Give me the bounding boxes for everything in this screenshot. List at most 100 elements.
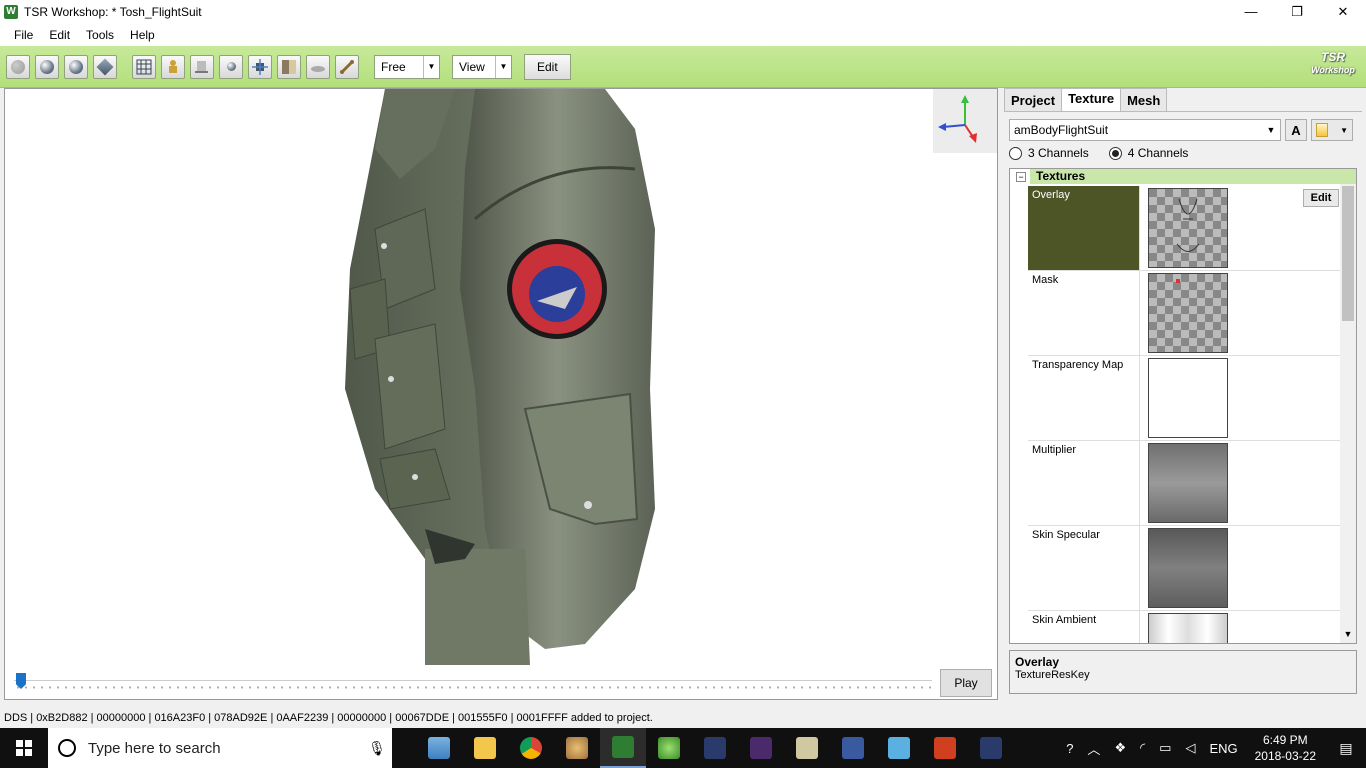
language-indicator[interactable]: ENG (1202, 741, 1244, 756)
camera-mode-value: Free (381, 59, 406, 74)
animation-timeline[interactable] (14, 673, 932, 690)
shadow-button[interactable] (190, 54, 214, 79)
normals-button[interactable] (248, 54, 272, 79)
document-icon (1316, 123, 1328, 137)
texture-grid: − Textures Overlay Edit Mask Transparenc… (1009, 168, 1357, 644)
camera-mode-select[interactable]: Free ▼ (374, 54, 440, 79)
scroll-down-icon[interactable]: ▼ (1340, 629, 1356, 643)
taskbar-app-13[interactable] (968, 728, 1014, 768)
app-icon-9 (796, 737, 818, 759)
taskbar-paint[interactable] (554, 728, 600, 768)
textured-shade-button[interactable] (64, 54, 88, 79)
toolbar: Free ▼ View ▼ Edit TSR Workshop (0, 46, 1366, 88)
windows-taskbar: Type here to search 🎙 ? ︿ ❖ ◜ ▭ ◁ ENG 6:… (0, 728, 1366, 768)
dropbox-icon[interactable]: ❖ (1107, 740, 1133, 756)
radio-3-channels[interactable]: 3 Channels (1009, 146, 1089, 160)
menu-edit[interactable]: Edit (41, 28, 78, 42)
grid-button[interactable] (132, 54, 156, 79)
timeline-track (14, 680, 932, 681)
skin-ambient-thumbnail[interactable] (1148, 613, 1228, 643)
texture-row-skin-specular[interactable]: Skin Specular (1028, 526, 1340, 611)
mask-thumbnail[interactable] (1148, 273, 1228, 353)
chevron-down-icon: ▼ (1340, 125, 1348, 135)
view-select[interactable]: View ▼ (452, 54, 512, 79)
taskbar-clock[interactable]: 6:49 PM 2018-03-22 (1245, 732, 1326, 764)
battery-icon[interactable]: ▭ (1152, 740, 1178, 756)
overlay-thumbnail[interactable] (1148, 188, 1228, 268)
new-texture-button[interactable]: ▼ (1311, 119, 1353, 141)
scrollbar-thumb[interactable] (1342, 186, 1354, 321)
taskbar-search[interactable]: Type here to search 🎙 (48, 728, 392, 768)
taskbar-app-7[interactable] (692, 728, 738, 768)
cortana-icon (58, 739, 76, 757)
texture-row-transparency-map[interactable]: Transparency Map (1028, 356, 1340, 441)
minimize-button[interactable]: — (1228, 0, 1274, 23)
chrome-icon (520, 737, 542, 759)
taskbar-file-explorer[interactable] (462, 728, 508, 768)
texture-row-overlay[interactable]: Overlay Edit (1028, 186, 1340, 271)
transparency-map-thumbnail[interactable] (1148, 358, 1228, 438)
maximize-button[interactable]: ❐ (1274, 0, 1320, 23)
close-button[interactable]: ✕ (1320, 0, 1366, 23)
taskbar-photos-app[interactable] (416, 728, 462, 768)
texture-grid-scrollbar[interactable]: ▼ (1340, 184, 1356, 643)
window-controls: — ❐ ✕ (1228, 0, 1366, 23)
tab-texture[interactable]: Texture (1061, 88, 1122, 112)
smooth-shade-button[interactable] (35, 54, 59, 79)
edit-overlay-button[interactable]: Edit (1303, 189, 1339, 207)
menu-help[interactable]: Help (122, 28, 163, 42)
floor-button[interactable] (306, 54, 330, 79)
taskbar-app-12[interactable] (922, 728, 968, 768)
microphone-icon[interactable]: 🎙 (362, 740, 392, 757)
bone-tool-button[interactable] (335, 54, 359, 79)
multiplier-thumbnail[interactable] (1148, 443, 1228, 523)
menu-tools[interactable]: Tools (78, 28, 122, 42)
taskbar-app-9[interactable] (784, 728, 830, 768)
taskbar-app-11[interactable] (876, 728, 922, 768)
texture-row-skin-ambient[interactable]: Skin Ambient (1028, 611, 1340, 643)
flat-shade-button[interactable] (6, 54, 30, 79)
app-icon-7 (704, 737, 726, 759)
radio-3-channels-label: 3 Channels (1028, 146, 1089, 160)
tab-project[interactable]: Project (1004, 88, 1063, 112)
wifi-icon[interactable]: ◜ (1133, 740, 1152, 756)
bones-button[interactable] (161, 54, 185, 79)
app-icon-10 (842, 737, 864, 759)
texture-row-label: Transparency Map (1028, 356, 1140, 440)
collapse-icon[interactable]: − (1016, 171, 1026, 182)
windows-logo-icon (16, 740, 32, 756)
volume-icon[interactable]: ◁ (1178, 740, 1202, 756)
tsr-workshop-icon (612, 736, 634, 758)
play-button[interactable]: Play (940, 669, 992, 697)
description-text: TextureResKey (1015, 669, 1090, 681)
start-button[interactable] (0, 728, 48, 768)
tab-mesh[interactable]: Mesh (1120, 88, 1168, 112)
textures-group-header[interactable]: − Textures (1010, 169, 1356, 184)
radio-4-channels[interactable]: 4 Channels (1108, 146, 1188, 160)
taskbar-chrome[interactable] (508, 728, 554, 768)
system-tray: ? ︿ ❖ ◜ ▭ ◁ ENG 6:49 PM 2018-03-22 ▤ (1059, 728, 1366, 768)
axis-gizmo[interactable] (933, 89, 997, 153)
textures-group-title: Textures (1030, 169, 1356, 184)
taskbar-app-8[interactable] (738, 728, 784, 768)
app-icon: W (4, 4, 18, 19)
notification-icon[interactable]: ▤ (1326, 740, 1366, 757)
edit-button[interactable]: Edit (524, 53, 571, 80)
texture-select[interactable]: amBodyFlightSuit ▼ (1009, 119, 1281, 141)
taskbar-tsr-workshop[interactable] (600, 728, 646, 768)
texture-row-mask[interactable]: Mask (1028, 271, 1340, 356)
wireframe-button[interactable] (93, 54, 117, 79)
point-button[interactable] (219, 54, 243, 79)
menu-file[interactable]: File (6, 28, 41, 42)
chevron-up-icon[interactable]: ︿ (1080, 739, 1107, 758)
help-icon[interactable]: ? (1059, 741, 1080, 756)
3d-viewport[interactable] (4, 88, 998, 700)
texture-row-multiplier[interactable]: Multiplier (1028, 441, 1340, 526)
taskbar-sims-app[interactable] (646, 728, 692, 768)
panel-tabs: Project Texture Mesh (1004, 88, 1168, 112)
flight-suit-model (345, 89, 655, 665)
a-button[interactable]: A (1285, 119, 1307, 141)
texture-view-button[interactable] (277, 54, 301, 79)
skin-specular-thumbnail[interactable] (1148, 528, 1228, 608)
taskbar-app-10[interactable] (830, 728, 876, 768)
